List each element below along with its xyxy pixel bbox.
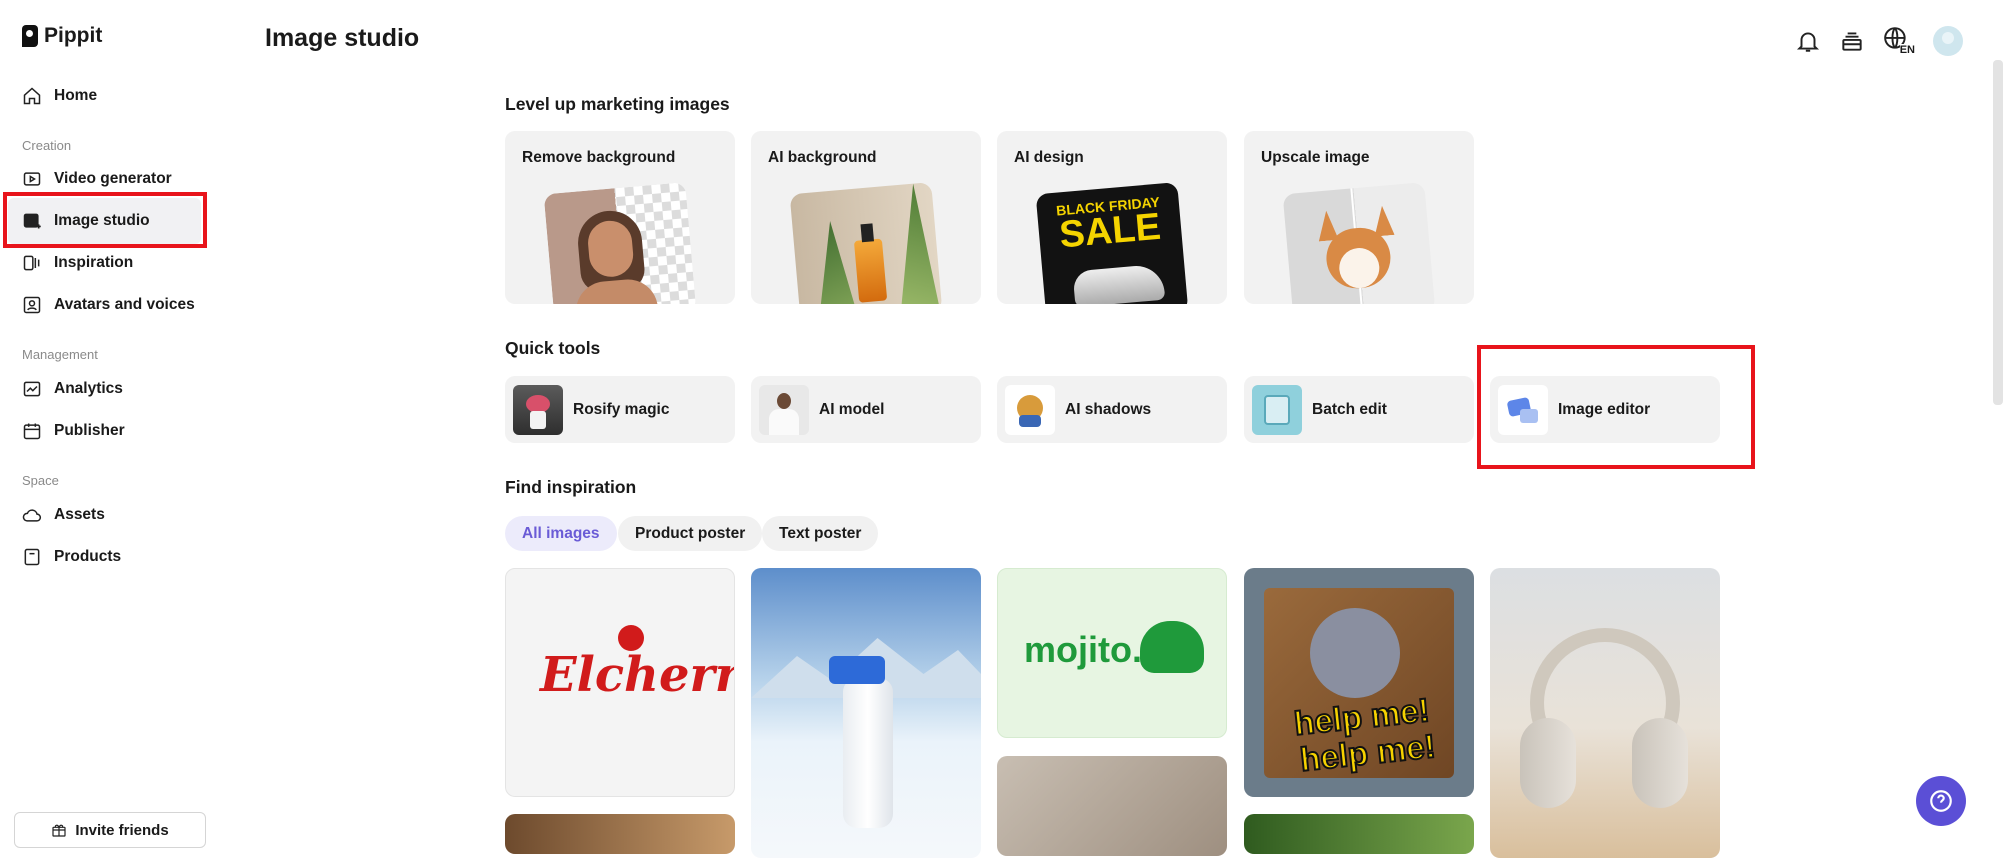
ai-shadows-thumbnail <box>1005 384 1055 435</box>
tool-ai-model[interactable]: AI model <box>751 376 981 443</box>
inspiration-tile-headphones[interactable] <box>1490 568 1720 858</box>
card-ai-design[interactable]: AI design BLACK FRIDAY SALE <box>997 131 1227 304</box>
app-name: Pippit <box>44 24 103 47</box>
ai-design-thumbnail: BLACK FRIDAY SALE <box>1035 182 1189 304</box>
sidebar-item-label: Inspiration <box>54 254 134 271</box>
sale-text: SALE <box>1057 205 1163 257</box>
sidebar-item-video-generator[interactable]: Video generator <box>22 164 172 194</box>
tool-batch-edit[interactable]: Batch edit <box>1244 376 1474 443</box>
avatar-icon <box>23 296 41 314</box>
invite-friends-button[interactable]: Invite friends <box>14 812 206 848</box>
card-remove-background[interactable]: Remove background <box>505 131 735 304</box>
spray-bottle <box>843 678 893 828</box>
inspiration-tile[interactable] <box>997 756 1227 856</box>
sidebar-item-label: Publisher <box>54 422 125 439</box>
home-icon <box>23 87 41 105</box>
tool-label: Rosify magic <box>573 400 670 418</box>
highlight-box-image-editor <box>1477 345 1755 469</box>
sidebar-item-label: Analytics <box>54 380 123 397</box>
mojito-text: mojito. <box>1024 629 1142 670</box>
sidebar: Pippit Home Creation Video generator Ima… <box>0 0 215 853</box>
inspiration-heading: Find inspiration <box>505 477 637 497</box>
language-code: EN <box>1899 44 1915 56</box>
user-avatar[interactable] <box>1933 26 1963 56</box>
help-button[interactable] <box>1916 776 1966 826</box>
upscale-image-thumbnail <box>1282 182 1436 304</box>
rosify-thumbnail <box>513 384 563 435</box>
invite-friends-label: Invite friends <box>75 821 169 839</box>
section-label-management: Management <box>22 347 98 362</box>
product-box-icon <box>24 548 40 566</box>
card-title: Remove background <box>522 149 676 166</box>
sidebar-item-home[interactable]: Home <box>22 81 97 111</box>
tool-label: AI shadows <box>1065 400 1152 418</box>
sidebar-item-assets[interactable]: Assets <box>22 500 105 530</box>
ai-background-thumbnail <box>789 182 943 304</box>
card-title: AI design <box>1014 149 1084 166</box>
filter-text-poster[interactable]: Text poster <box>762 516 879 551</box>
inspiration-tile[interactable] <box>1244 814 1474 854</box>
card-title: Upscale image <box>1261 149 1370 166</box>
card-ai-background[interactable]: AI background <box>751 131 981 304</box>
tool-label: Batch edit <box>1312 400 1387 418</box>
sidebar-item-avatars-and-voices[interactable]: Avatars and voices <box>22 290 195 320</box>
inspiration-tile[interactable] <box>505 814 735 854</box>
sidebar-item-label: Home <box>54 87 98 104</box>
bell-icon[interactable] <box>1795 28 1821 54</box>
sidebar-item-label: Assets <box>54 506 105 523</box>
inspiration-tile-help-me[interactable]: help me! help me! <box>1244 568 1474 797</box>
card-upscale-image[interactable]: Upscale image <box>1244 131 1474 304</box>
cloud-icon <box>22 509 41 522</box>
inspiration-tile-mojito[interactable]: mojito. <box>997 568 1227 738</box>
sidebar-item-label: Products <box>54 548 122 565</box>
elephant-icon <box>1140 621 1204 673</box>
elcherry-text: Elcherry <box>540 647 734 703</box>
highlight-box-image-studio <box>3 192 207 248</box>
language-selector[interactable]: EN <box>1883 26 1915 56</box>
analytics-icon <box>23 381 41 397</box>
page-title: Image studio <box>265 24 420 52</box>
marketing-heading: Level up marketing images <box>505 94 730 114</box>
tool-label: AI model <box>819 400 885 418</box>
top-toolbar: EN <box>1795 26 1963 56</box>
remove-background-thumbnail <box>543 182 697 304</box>
batch-edit-thumbnail <box>1252 384 1302 435</box>
quick-tools-heading: Quick tools <box>505 338 601 358</box>
inspiration-tile-elcherry[interactable]: Elcherry <box>505 568 735 797</box>
video-plus-icon <box>23 172 41 186</box>
sidebar-item-products[interactable]: Products <box>22 542 121 572</box>
sidebar-item-publisher[interactable]: Publisher <box>22 416 125 446</box>
sidebar-item-label: Avatars and voices <box>54 296 195 313</box>
tool-ai-shadows[interactable]: AI shadows <box>997 376 1227 443</box>
stack-icon[interactable] <box>1839 28 1865 54</box>
inspiration-tile-spray-bottle[interactable] <box>751 568 981 858</box>
ai-model-thumbnail <box>759 384 809 435</box>
sidebar-item-analytics[interactable]: Analytics <box>22 374 123 404</box>
section-label-space: Space <box>22 473 59 488</box>
filter-all-images[interactable]: All images <box>505 516 617 551</box>
sidebar-item-inspiration[interactable]: Inspiration <box>22 248 133 278</box>
inspiration-icon <box>23 255 40 271</box>
section-label-creation: Creation <box>22 138 72 153</box>
question-icon <box>1930 790 1952 812</box>
pippit-logo-icon <box>22 25 38 47</box>
scrollbar[interactable] <box>1993 60 2003 405</box>
card-title: AI background <box>768 149 877 166</box>
calendar-icon <box>23 423 41 440</box>
app-logo[interactable]: Pippit <box>22 24 102 48</box>
sidebar-item-label: Video generator <box>54 170 172 187</box>
filter-product-poster[interactable]: Product poster <box>618 516 763 551</box>
tool-rosify-magic[interactable]: Rosify magic <box>505 376 735 443</box>
gift-icon <box>52 824 66 837</box>
